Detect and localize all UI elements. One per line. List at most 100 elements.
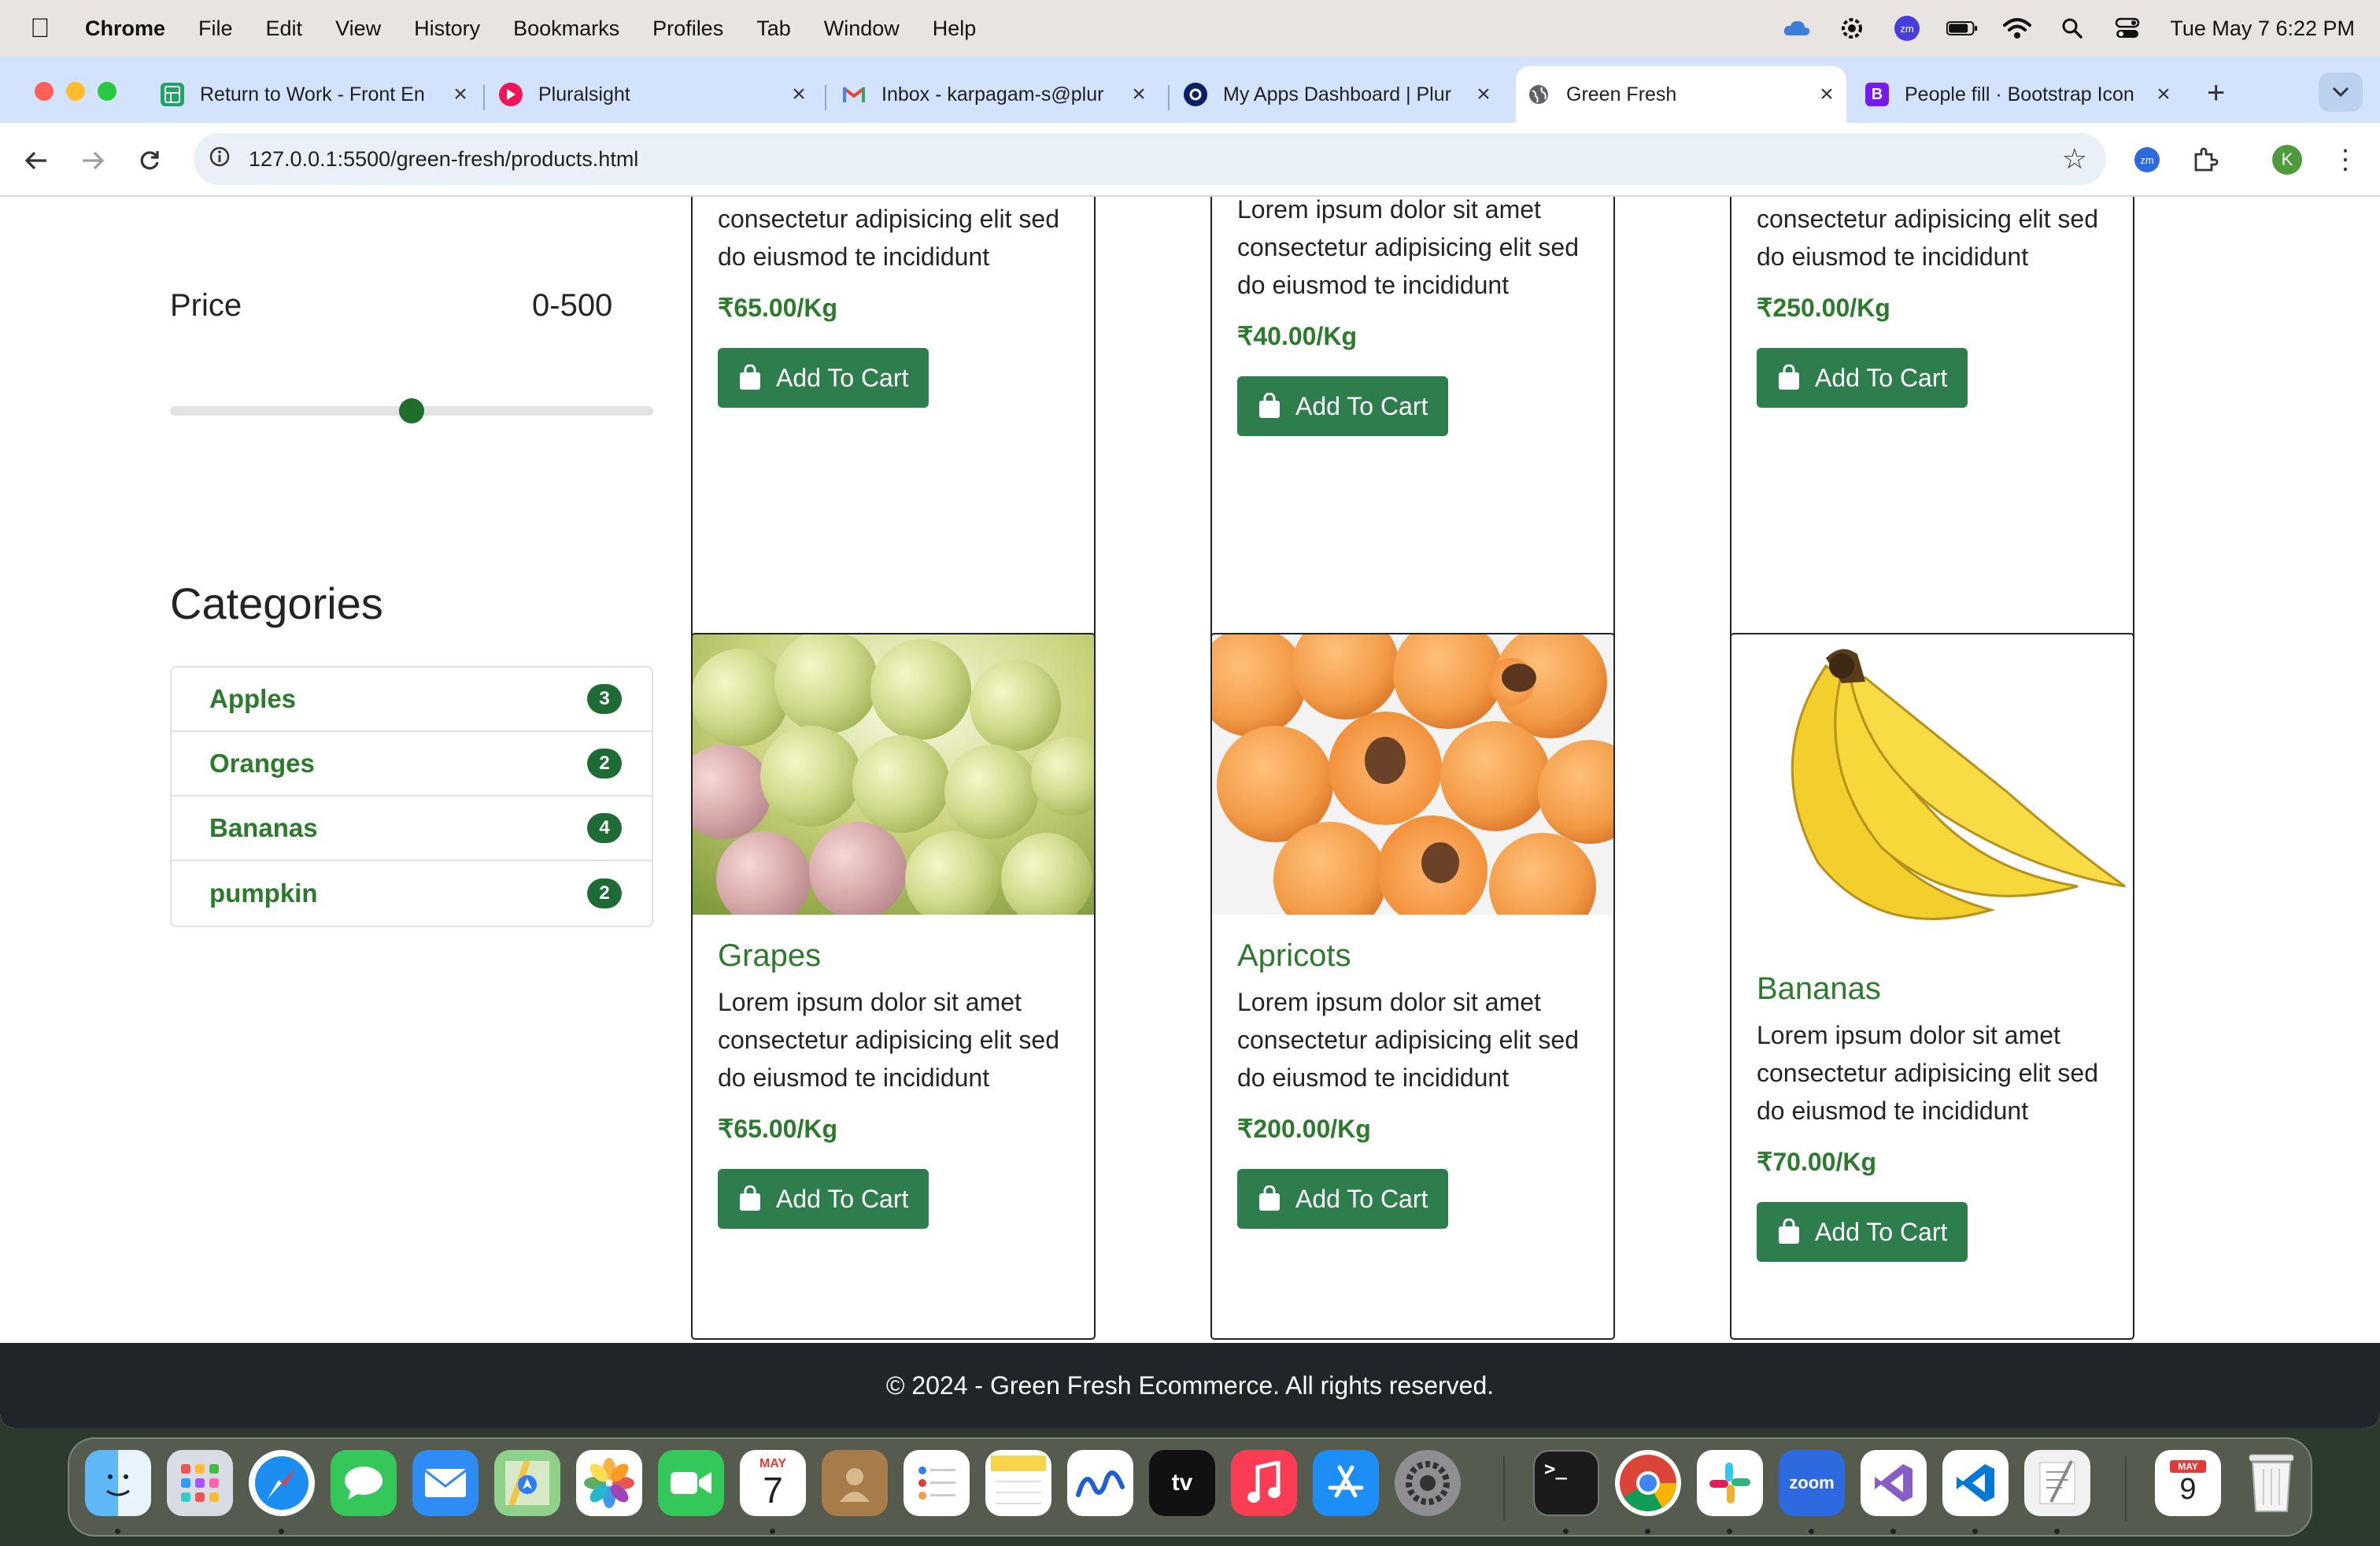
- finder-icon[interactable]: [85, 1450, 151, 1516]
- category-name[interactable]: pumpkin: [209, 878, 318, 908]
- categories-heading: Categories: [170, 579, 383, 628]
- close-tab-icon[interactable]: ×: [1472, 81, 1495, 108]
- menu-bookmarks[interactable]: Bookmarks: [497, 0, 636, 57]
- chrome-menu-kebab-icon[interactable]: ⋮: [2328, 142, 2363, 177]
- tab-my-apps-dashboard[interactable]: My Apps Dashboard | Plur ×: [1184, 66, 1495, 123]
- reload-icon[interactable]: [132, 143, 167, 178]
- menu-file[interactable]: File: [182, 0, 249, 57]
- freeform-icon[interactable]: [1067, 1450, 1133, 1516]
- tab-gmail-inbox[interactable]: Inbox - karpagam-s@plur ×: [842, 66, 1151, 123]
- system-settings-icon[interactable]: [1395, 1450, 1461, 1516]
- product-price: ₹70.00/Kg: [1757, 1148, 1876, 1176]
- menu-app-chrome[interactable]: Chrome: [77, 0, 182, 57]
- trash-icon[interactable]: [2238, 1450, 2304, 1516]
- products-page: Price 0-500 Categories Apples 3 Oranges …: [0, 197, 2380, 1428]
- category-item-oranges[interactable]: Oranges 2: [172, 732, 652, 797]
- battery-icon[interactable]: [1946, 13, 1978, 44]
- launchpad-icon[interactable]: [167, 1450, 233, 1516]
- textedit-icon[interactable]: [2024, 1450, 2090, 1516]
- facetime-icon[interactable]: [658, 1450, 724, 1516]
- cloud-sync-icon[interactable]: [1781, 13, 1813, 44]
- product-name[interactable]: Bananas: [1757, 971, 2108, 1007]
- terminal-icon[interactable]: >_: [1533, 1450, 1599, 1516]
- chrome-icon[interactable]: [1615, 1450, 1681, 1516]
- reminders-icon[interactable]: [904, 1450, 970, 1516]
- menu-edit[interactable]: Edit: [249, 0, 320, 57]
- product-price: ₹40.00/Kg: [1237, 322, 1357, 350]
- product-name[interactable]: Grapes: [718, 938, 1069, 974]
- photos-icon[interactable]: [576, 1450, 642, 1516]
- apple-tv-icon[interactable]: tv: [1149, 1450, 1215, 1516]
- menu-tab[interactable]: Tab: [740, 0, 808, 57]
- tab-green-fresh[interactable]: Green Fresh ×: [1516, 66, 1846, 123]
- close-tab-icon[interactable]: ×: [787, 81, 811, 108]
- close-tab-icon[interactable]: ×: [1127, 81, 1151, 108]
- tab-search-chevron-icon[interactable]: [2319, 72, 2363, 112]
- menubar-clock[interactable]: Tue May 7 6:22 PM: [2170, 17, 2355, 41]
- close-tab-icon[interactable]: ×: [449, 81, 472, 108]
- safari-icon[interactable]: [249, 1450, 315, 1516]
- minimize-window-button[interactable]: [66, 82, 85, 101]
- maps-icon[interactable]: [494, 1450, 560, 1516]
- category-item-pumpkin[interactable]: pumpkin 2: [172, 861, 652, 926]
- add-to-cart-button[interactable]: Add To Cart: [718, 1169, 929, 1229]
- menu-view[interactable]: View: [319, 0, 397, 57]
- category-name[interactable]: Oranges: [209, 749, 315, 779]
- category-name[interactable]: Bananas: [209, 813, 318, 843]
- calendar-icon[interactable]: MAY 7: [740, 1450, 806, 1516]
- zoom-extension-icon[interactable]: zm: [2130, 142, 2164, 177]
- tab-return-to-work[interactable]: Return to Work - Front En ×: [154, 66, 472, 123]
- vscode-icon[interactable]: [1942, 1450, 2009, 1516]
- add-to-cart-button[interactable]: Add To Cart: [1757, 1202, 1968, 1262]
- close-window-button[interactable]: [35, 82, 54, 101]
- tab-bootstrap-icons[interactable]: B People fill · Bootstrap Icon ×: [1865, 66, 2175, 123]
- add-to-cart-button[interactable]: Add To Cart: [1757, 348, 1968, 408]
- menu-profiles[interactable]: Profiles: [636, 0, 740, 57]
- contacts-icon[interactable]: [822, 1450, 888, 1516]
- fullscreen-window-button[interactable]: [98, 82, 116, 101]
- menu-history[interactable]: History: [397, 0, 497, 57]
- address-bar[interactable]: 127.0.0.1:5500/green-fresh/products.html…: [194, 133, 2106, 185]
- notes-icon[interactable]: [985, 1450, 1051, 1516]
- site-info-icon[interactable]: [194, 146, 246, 173]
- price-slider-thumb[interactable]: [399, 398, 424, 423]
- url-text[interactable]: 127.0.0.1:5500/green-fresh/products.html: [249, 147, 638, 172]
- product-description: Lorem ipsum dolor sit amet consectetur a…: [718, 988, 1060, 1092]
- visual-studio-icon[interactable]: [1861, 1450, 1927, 1516]
- music-icon[interactable]: [1231, 1450, 1297, 1516]
- tab-pluralsight[interactable]: Pluralsight ×: [499, 66, 811, 123]
- mail-icon[interactable]: [412, 1450, 479, 1516]
- menu-help[interactable]: Help: [916, 0, 993, 57]
- spotlight-search-icon[interactable]: [2057, 13, 2088, 44]
- back-arrow-icon[interactable]: [19, 143, 54, 178]
- zoom-status-icon[interactable]: zm: [1891, 13, 1923, 44]
- calendar-document-icon[interactable]: MAY 9: [2155, 1450, 2221, 1516]
- running-indicator: [1563, 1529, 1569, 1534]
- gear-badge-icon[interactable]: [1836, 13, 1868, 44]
- menu-window[interactable]: Window: [808, 0, 916, 57]
- slack-icon[interactable]: [1697, 1450, 1763, 1516]
- app-store-icon[interactable]: [1313, 1450, 1379, 1516]
- new-tab-plus-icon[interactable]: +: [2207, 77, 2225, 109]
- close-tab-icon[interactable]: ×: [2152, 81, 2175, 108]
- add-to-cart-button[interactable]: Add To Cart: [1237, 1169, 1449, 1229]
- close-tab-icon[interactable]: ×: [1815, 81, 1839, 108]
- category-item-apples[interactable]: Apples 3: [172, 668, 652, 732]
- browser-toolbar: 127.0.0.1:5500/green-fresh/products.html…: [0, 123, 2380, 197]
- extensions-puzzle-icon[interactable]: [2188, 142, 2223, 177]
- zoom-icon[interactable]: zoom: [1779, 1450, 1845, 1516]
- forward-arrow-icon[interactable]: [76, 143, 110, 178]
- messages-icon[interactable]: [331, 1450, 397, 1516]
- category-item-bananas[interactable]: Bananas 4: [172, 797, 652, 861]
- category-name[interactable]: Apples: [209, 684, 296, 714]
- shopping-bag-icon: [1779, 1219, 1799, 1244]
- bookmark-star-icon[interactable]: ☆: [2062, 142, 2087, 176]
- profile-avatar[interactable]: K: [2270, 142, 2304, 177]
- control-center-icon[interactable]: [2112, 13, 2143, 44]
- product-name[interactable]: Apricots: [1237, 938, 1588, 974]
- wifi-icon[interactable]: [2001, 13, 2033, 44]
- add-to-cart-button[interactable]: Add To Cart: [1237, 376, 1449, 436]
- apple-menu-icon[interactable]: : [30, 13, 77, 44]
- price-range-slider[interactable]: [170, 398, 653, 423]
- add-to-cart-button[interactable]: Add To Cart: [718, 348, 929, 408]
